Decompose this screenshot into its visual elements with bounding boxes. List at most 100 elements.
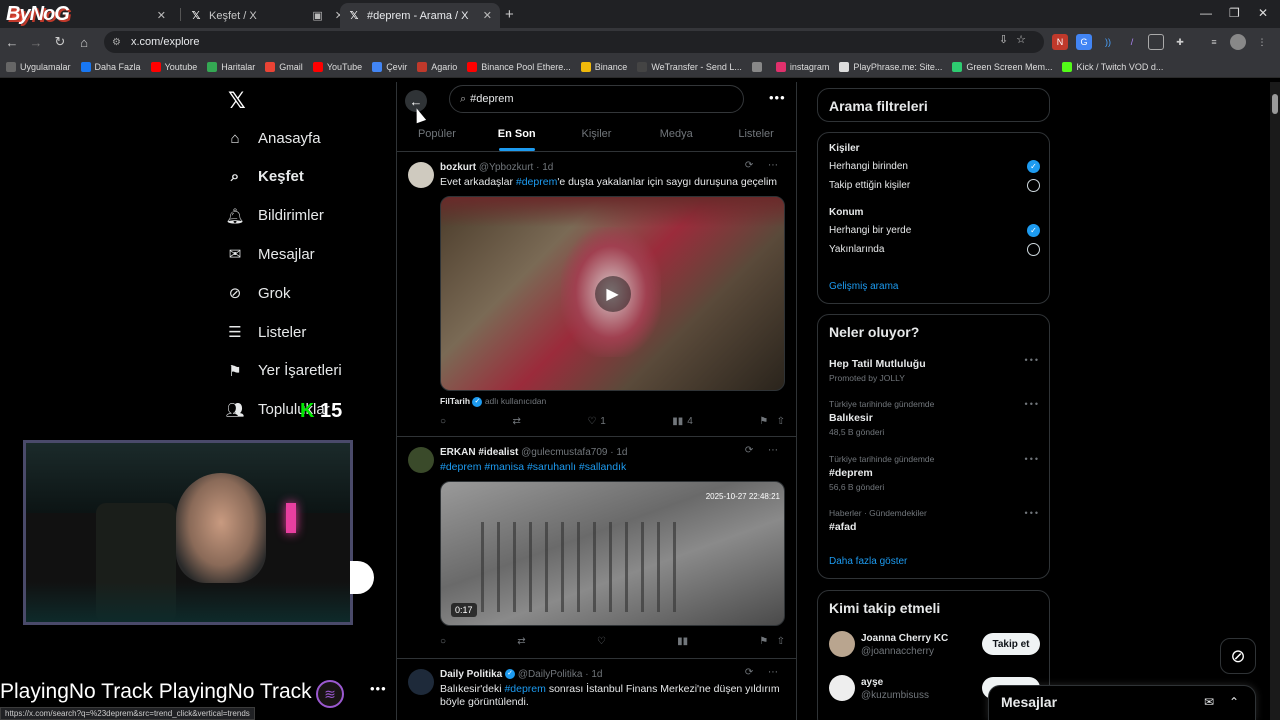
tab-close-icon[interactable]: ✕ bbox=[157, 9, 166, 22]
like-icon[interactable]: ♡ bbox=[597, 636, 606, 647]
trend-item[interactable]: Türkiye tarihinde gündemde #deprem 56,6 B … bbox=[829, 454, 1040, 492]
repost-icon[interactable]: ⇄ bbox=[517, 636, 525, 647]
bookmark-item[interactable]: instagram bbox=[775, 61, 829, 72]
trend-item[interactable]: Haberler · Gündemdekiler #afad ••• bbox=[829, 508, 1040, 533]
search-tab[interactable]: Popüler bbox=[397, 122, 477, 151]
avatar[interactable] bbox=[829, 675, 855, 701]
omnibox-actions[interactable]: ⇩☆ bbox=[999, 33, 1034, 46]
radio-checked-icon[interactable]: ✓ bbox=[1027, 160, 1040, 173]
tweet-more-icon[interactable]: ⟳ ⋯ bbox=[745, 160, 784, 171]
trend-more-icon[interactable]: ••• bbox=[1025, 399, 1040, 409]
playlist-icon[interactable]: ≡ bbox=[1206, 34, 1222, 50]
radio-icon[interactable] bbox=[1027, 243, 1040, 256]
trend-name[interactable]: #deprem bbox=[829, 467, 1040, 479]
tab-close-icon[interactable]: ✕ bbox=[483, 9, 492, 22]
tweet-more-icon[interactable]: ⟳ ⋯ bbox=[745, 667, 784, 678]
nav-item[interactable]: ⚑ Yer İşaretleri bbox=[226, 356, 341, 386]
filter-option-anyone[interactable]: Herhangi birinden ✓ bbox=[829, 160, 1040, 173]
advanced-search-link[interactable]: Gelişmiş arama bbox=[829, 281, 898, 292]
user-name[interactable]: ayşe bbox=[861, 677, 883, 688]
extension-icon[interactable]: )) bbox=[1100, 34, 1116, 50]
filter-option-following[interactable]: Takip ettiğin kişiler bbox=[829, 179, 1040, 192]
translate-icon[interactable]: G bbox=[1076, 34, 1092, 50]
radio-icon[interactable] bbox=[1027, 179, 1040, 192]
tweet-video[interactable]: 2025-10-27 22:48:21 0:17 bbox=[440, 481, 785, 626]
forward-arrow-icon[interactable]: → bbox=[24, 35, 48, 50]
tweet[interactable]: bozkurt @Ypbozkurt · 1d ⟳ ⋯ Evet arkadaş… bbox=[397, 152, 796, 437]
expand-icon[interactable]: ⌃ bbox=[1229, 695, 1239, 709]
source-name[interactable]: FilTarih bbox=[440, 396, 470, 406]
trend-more-icon[interactable]: ••• bbox=[1025, 454, 1040, 464]
trend-name[interactable]: Balıkesir bbox=[829, 412, 1040, 424]
nav-item[interactable]: ⌕ Keşfet bbox=[226, 162, 304, 192]
home-browser-icon[interactable]: ⌂ bbox=[72, 35, 96, 50]
tweet[interactable]: ERKAN #idealist @gulecmustafa709 · 1d ⟳ … bbox=[397, 437, 796, 659]
grok-fab-icon[interactable]: ⊘ bbox=[1220, 638, 1256, 674]
repost-icon[interactable]: ⇄ bbox=[512, 416, 520, 427]
trend-item[interactable]: Türkiye tarihinde gündemde Balıkesir 48,5 … bbox=[829, 399, 1040, 437]
bookmark-item[interactable] bbox=[751, 61, 766, 72]
hashtag-link[interactable]: #deprem bbox=[504, 683, 545, 695]
trend-name[interactable]: Hep Tatil Mutluluğu bbox=[829, 358, 1040, 370]
filter-option-anywhere[interactable]: Herhangi bir yerde ✓ bbox=[829, 224, 1040, 237]
close-window-icon[interactable]: ✕ bbox=[1258, 6, 1268, 20]
nav-item[interactable]: ✉ Mesajlar bbox=[226, 239, 315, 269]
search-tab[interactable]: Listeler bbox=[716, 122, 796, 151]
new-tab-button[interactable]: + bbox=[505, 6, 514, 23]
follow-button[interactable]: Takip et bbox=[982, 633, 1040, 655]
tweet-more-icon[interactable]: ⟳ ⋯ bbox=[745, 445, 784, 456]
like-button[interactable]: ♡ 1 bbox=[587, 416, 606, 427]
bookmark-item[interactable]: Kick / Twitch VOD d... bbox=[1062, 61, 1163, 72]
bookmark-item[interactable]: Green Screen Mem... bbox=[952, 61, 1052, 72]
profile-avatar[interactable] bbox=[1230, 34, 1246, 50]
search-tab[interactable]: Medya bbox=[636, 122, 716, 151]
minimize-icon[interactable]: — bbox=[1200, 6, 1212, 20]
trend-name[interactable]: #afad bbox=[829, 521, 1040, 533]
nav-item[interactable]: 🔔︎ Bildirimler bbox=[225, 201, 323, 231]
tweet-author-name[interactable]: bozkurt bbox=[440, 162, 476, 173]
play-icon[interactable]: ▶ bbox=[594, 275, 631, 312]
reload-icon[interactable]: ↻ bbox=[48, 34, 72, 50]
site-info-icon[interactable]: ⚙ bbox=[112, 37, 121, 48]
tweet[interactable]: Daily Politika ✓ @DailyPolitika · 1d ⟳ ⋯… bbox=[397, 659, 796, 720]
bookmark-item[interactable]: Binance bbox=[580, 61, 627, 72]
bookmark-icon[interactable]: ⚑ ⇧ bbox=[759, 416, 785, 427]
bookmark-item[interactable]: WeTransfer - Send L... bbox=[637, 61, 742, 72]
puzzle-icon[interactable]: ✚ bbox=[1172, 34, 1188, 50]
bookmark-item[interactable]: Agario bbox=[417, 61, 457, 72]
show-more-link[interactable]: Daha fazla göster bbox=[829, 556, 907, 567]
nav-item[interactable]: ☰ Listeler bbox=[226, 317, 306, 347]
search-tab[interactable]: En Son bbox=[477, 122, 557, 151]
trend-more-icon[interactable]: ••• bbox=[1025, 355, 1040, 365]
browser-tab-kesfet[interactable]: 𝕏 Keşfet / X ▣ ✕ bbox=[182, 3, 352, 28]
bookmark-item[interactable]: Daha Fazla bbox=[80, 61, 141, 72]
reply-icon[interactable]: ○ bbox=[440, 636, 446, 647]
reply-icon[interactable]: ○ bbox=[440, 416, 446, 427]
bookmark-item[interactable]: Uygulamalar bbox=[6, 61, 71, 72]
browser-tab-deprem[interactable]: 𝕏 #deprem - Arama / X ✕ bbox=[340, 3, 500, 28]
avatar[interactable] bbox=[408, 162, 434, 188]
views-button[interactable]: ▮▮ 4 bbox=[672, 416, 693, 427]
avatar[interactable] bbox=[408, 669, 434, 695]
x-logo-icon[interactable]: 𝕏 bbox=[228, 88, 246, 114]
bookmark-item[interactable]: Youtube bbox=[150, 61, 197, 72]
bookmark-item[interactable]: Haritalar bbox=[207, 61, 255, 72]
tweet-author-name[interactable]: Daily Politika bbox=[440, 669, 502, 680]
trend-item[interactable]: Hep Tatil Mutluluğu Promoted by JOLLY ••• bbox=[829, 355, 1040, 383]
nav-item[interactable]: ⊘ Grok bbox=[226, 278, 291, 308]
radio-checked-icon[interactable]: ✓ bbox=[1027, 224, 1040, 237]
hashtag-link[interactable]: #deprem bbox=[516, 176, 557, 188]
views-icon[interactable]: ▮▮ bbox=[677, 636, 688, 647]
tweet-hashtags[interactable]: #deprem #manisa #saruhanlı #sallandık bbox=[440, 461, 785, 474]
bookmark-item[interactable]: Binance Pool Ethere... bbox=[467, 61, 571, 72]
filter-option-nearby[interactable]: Yakınlarında bbox=[829, 243, 1040, 256]
bookmark-item[interactable]: YouTube bbox=[312, 61, 362, 72]
scrollbar-thumb[interactable] bbox=[1272, 94, 1278, 114]
avatar[interactable] bbox=[408, 447, 434, 473]
user-name[interactable]: Joanna Cherry KC bbox=[861, 633, 948, 644]
bookmark-item[interactable]: Gmail bbox=[265, 61, 303, 72]
address-bar[interactable]: ⚙ x.com/explore ⇩☆ bbox=[104, 31, 1044, 53]
follow-suggestion[interactable]: Joanna Cherry KC @joannaccherry Takip et bbox=[829, 631, 1040, 661]
bookmark-item[interactable]: Çevir bbox=[372, 61, 407, 72]
tweet-video[interactable]: ▶ bbox=[440, 196, 785, 391]
